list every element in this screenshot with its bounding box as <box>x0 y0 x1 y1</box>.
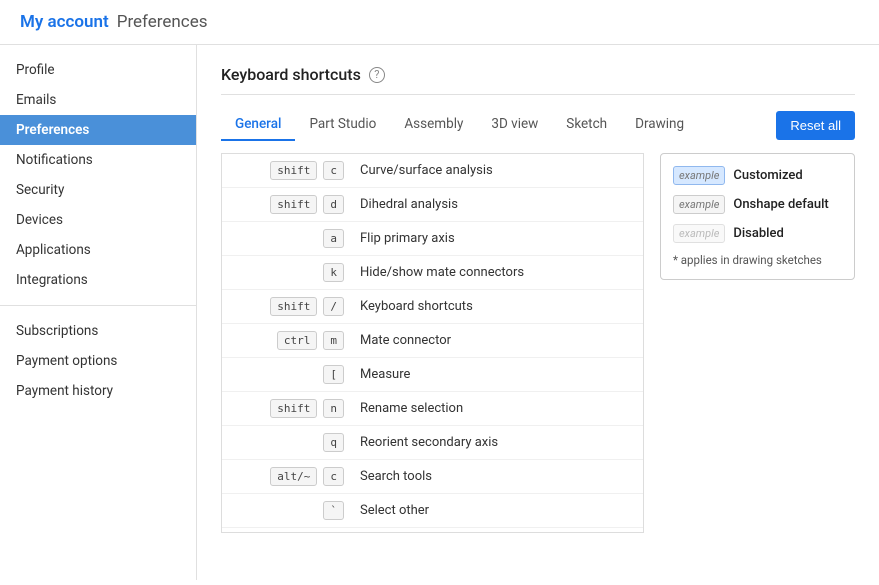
legend-note: * applies in drawing sketches <box>673 253 842 267</box>
keys-area: [ <box>234 365 344 384</box>
key-badge: c <box>323 467 344 486</box>
sidebar-item-preferences[interactable]: Preferences <box>0 115 196 145</box>
key-badge: / <box>323 297 344 316</box>
legend-label: Customized <box>733 168 802 183</box>
page-header: My account Preferences <box>0 0 879 45</box>
sidebar-item-subscriptions[interactable]: Subscriptions <box>0 316 196 346</box>
tab-general[interactable]: General <box>221 109 295 141</box>
main-layout: ProfileEmailsPreferencesNotificationsSec… <box>0 45 879 580</box>
shortcut-label: Measure <box>360 367 410 382</box>
shortcut-row[interactable]: alt/~tTab manager <box>222 528 643 533</box>
keys-area: q <box>234 433 344 452</box>
section-header: Keyboard shortcuts ? <box>221 65 855 95</box>
legend-label: Onshape default <box>733 197 828 212</box>
shortcut-row[interactable]: q Reorient secondary axis <box>222 426 643 460</box>
keys-area: a <box>234 229 344 248</box>
sidebar-item-profile[interactable]: Profile <box>0 55 196 85</box>
key-badge: alt/~ <box>270 467 317 486</box>
key-badge: a <box>323 229 344 248</box>
shortcut-label: Search tools <box>360 469 432 484</box>
tab-3d-view[interactable]: 3D view <box>477 109 552 141</box>
shortcut-row[interactable]: ctrlm Mate connector <box>222 324 643 358</box>
tab-assembly[interactable]: Assembly <box>390 109 477 141</box>
shortcuts-area: shiftcCurve/surface analysisshiftdDihedr… <box>221 153 855 533</box>
shortcut-row[interactable]: [ Measure <box>222 358 643 392</box>
sidebar: ProfileEmailsPreferencesNotificationsSec… <box>0 45 197 580</box>
tab-part-studio[interactable]: Part Studio <box>295 109 390 141</box>
sidebar-item-applications[interactable]: Applications <box>0 235 196 265</box>
keys-area: shift / <box>234 297 344 316</box>
reset-all-button[interactable]: Reset all <box>776 111 855 140</box>
key-badge: q <box>323 433 344 452</box>
legend-item: example Customized <box>673 166 842 185</box>
keys-area: shiftd <box>234 195 344 214</box>
shortcut-label: Reorient secondary axis <box>360 435 498 450</box>
keys-area: ` <box>234 501 344 520</box>
tabs-list: GeneralPart StudioAssembly3D viewSketchD… <box>221 109 776 141</box>
shortcut-row[interactable]: a Flip primary axis <box>222 222 643 256</box>
legend-key: example <box>673 166 725 185</box>
keys-area: k <box>234 263 344 282</box>
key-badge: m <box>323 331 344 350</box>
key-badge: shift <box>270 297 317 316</box>
help-icon[interactable]: ? <box>369 67 385 83</box>
shortcut-label: Rename selection <box>360 401 463 416</box>
shortcut-row[interactable]: shiftd Dihedral analysis <box>222 188 643 222</box>
sidebar-item-emails[interactable]: Emails <box>0 85 196 115</box>
shortcut-row[interactable]: alt/~ c Search tools <box>222 460 643 494</box>
key-badge: n <box>323 399 344 418</box>
key-badge: d <box>323 195 344 214</box>
key-badge: c <box>323 161 344 180</box>
tab-drawing[interactable]: Drawing <box>621 109 698 141</box>
keys-area: ctrlm <box>234 331 344 350</box>
keys-area: shiftc <box>234 161 344 180</box>
shortcut-row[interactable]: shiftn Rename selection <box>222 392 643 426</box>
legend-item: example Disabled <box>673 224 842 243</box>
key-badge: ctrl <box>277 331 318 350</box>
shortcuts-table[interactable]: shiftcCurve/surface analysisshiftdDihedr… <box>221 153 644 533</box>
shortcut-row[interactable]: shiftc Curve/surface analysis <box>222 154 643 188</box>
shortcut-label: Flip primary axis <box>360 231 455 246</box>
legend-box: exampleCustomizedexampleOnshape defaulte… <box>660 153 855 280</box>
sidebar-item-devices[interactable]: Devices <box>0 205 196 235</box>
sidebar-top-section: ProfileEmailsPreferencesNotificationsSec… <box>0 55 196 295</box>
sidebar-item-integrations[interactable]: Integrations <box>0 265 196 295</box>
key-badge: shift <box>270 195 317 214</box>
sidebar-item-payment-options[interactable]: Payment options <box>0 346 196 376</box>
legend-panel: exampleCustomizedexampleOnshape defaulte… <box>660 153 855 533</box>
shortcut-label: Dihedral analysis <box>360 197 458 212</box>
keys-area: shiftn <box>234 399 344 418</box>
legend-item: example Onshape default <box>673 195 842 214</box>
key-badge: ` <box>323 501 344 520</box>
sidebar-divider <box>0 305 196 306</box>
shortcut-label: Select other <box>360 503 429 518</box>
key-badge: shift <box>270 399 317 418</box>
key-badge: shift <box>270 161 317 180</box>
sidebar-bottom-section: SubscriptionsPayment optionsPayment hist… <box>0 316 196 406</box>
sidebar-item-notifications[interactable]: Notifications <box>0 145 196 175</box>
shortcut-row[interactable]: shift / Keyboard shortcuts <box>222 290 643 324</box>
legend-label: Disabled <box>733 226 783 241</box>
main-content: Keyboard shortcuts ? GeneralPart StudioA… <box>197 45 879 580</box>
tabs-row: GeneralPart StudioAssembly3D viewSketchD… <box>221 109 855 141</box>
shortcut-label: Hide/show mate connectors <box>360 265 524 280</box>
sidebar-item-security[interactable]: Security <box>0 175 196 205</box>
keys-area: alt/~ c <box>234 467 344 486</box>
shortcut-label: Mate connector <box>360 333 451 348</box>
sidebar-item-payment-history[interactable]: Payment history <box>0 376 196 406</box>
key-badge: [ <box>323 365 344 384</box>
shortcut-row[interactable]: k Hide/show mate connectors <box>222 256 643 290</box>
shortcut-label: Keyboard shortcuts <box>360 299 473 314</box>
tab-sketch[interactable]: Sketch <box>552 109 621 141</box>
legend-key: example <box>673 195 725 214</box>
shortcut-label: Curve/surface analysis <box>360 163 493 178</box>
myaccount-link[interactable]: My account <box>20 12 109 32</box>
page-title: Preferences <box>117 12 208 32</box>
section-title: Keyboard shortcuts <box>221 65 361 84</box>
shortcut-row[interactable]: ` Select other <box>222 494 643 528</box>
legend-key: example <box>673 224 725 243</box>
key-badge: k <box>323 263 344 282</box>
